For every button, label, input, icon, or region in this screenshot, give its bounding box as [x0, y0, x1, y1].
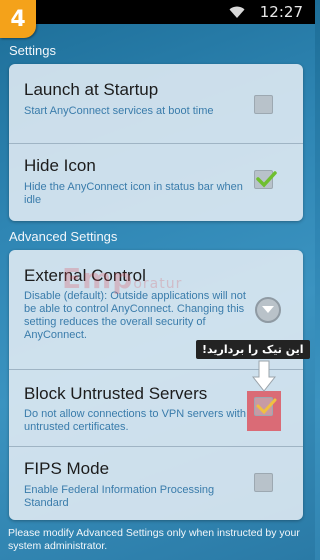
settings-header: Settings: [9, 43, 56, 58]
arrow-down-icon: [252, 360, 276, 392]
hide-icon-description: Hide the AnyConnect icon in status bar w…: [24, 181, 243, 206]
setting-launch-at-startup[interactable]: Launch at Startup Start AnyConnect servi…: [9, 64, 303, 144]
launch-at-startup-description: Start AnyConnect services at boot time: [24, 105, 214, 117]
hide-icon-title: Hide Icon: [24, 156, 96, 175]
setting-fips-mode[interactable]: FIPS Mode Enable Federal Information Pro…: [9, 447, 303, 520]
advanced-settings-header: Advanced Settings: [9, 229, 118, 244]
checkmark-icon: [256, 171, 277, 188]
chevron-down-icon: [262, 306, 274, 313]
step-badge: 4: [0, 0, 36, 38]
hide-icon-checkbox[interactable]: [254, 170, 277, 189]
block-untrusted-servers-checkbox[interactable]: [254, 397, 277, 416]
watermark-logo: Emporatur: [62, 262, 183, 295]
setting-hide-icon[interactable]: Hide Icon Hide the AnyConnect icon in st…: [9, 144, 303, 221]
block-untrusted-servers-description: Do not allow connections to VPN servers …: [24, 408, 246, 433]
fips-mode-title: FIPS Mode: [24, 459, 110, 478]
status-bar: 12:27: [0, 0, 315, 24]
launch-at-startup-title: Launch at Startup: [24, 80, 159, 99]
fips-mode-description: Enable Federal Information Processing St…: [24, 484, 215, 509]
external-control-dropdown[interactable]: [255, 297, 281, 323]
fips-mode-checkbox[interactable]: [254, 473, 273, 492]
checkmark-icon: [256, 398, 277, 415]
block-untrusted-servers-title: Block Untrusted Servers: [24, 384, 208, 403]
footer-note: Please modify Advanced Settings only whe…: [8, 527, 300, 552]
status-clock: 12:27: [259, 3, 303, 21]
wifi-icon: [229, 6, 245, 18]
launch-at-startup-checkbox[interactable]: [254, 95, 273, 114]
external-control-description: Disable (default): Outside applications …: [24, 290, 246, 341]
settings-card: Launch at Startup Start AnyConnect servi…: [9, 64, 303, 221]
annotation-label: این تیک را بردارید!: [196, 340, 310, 359]
